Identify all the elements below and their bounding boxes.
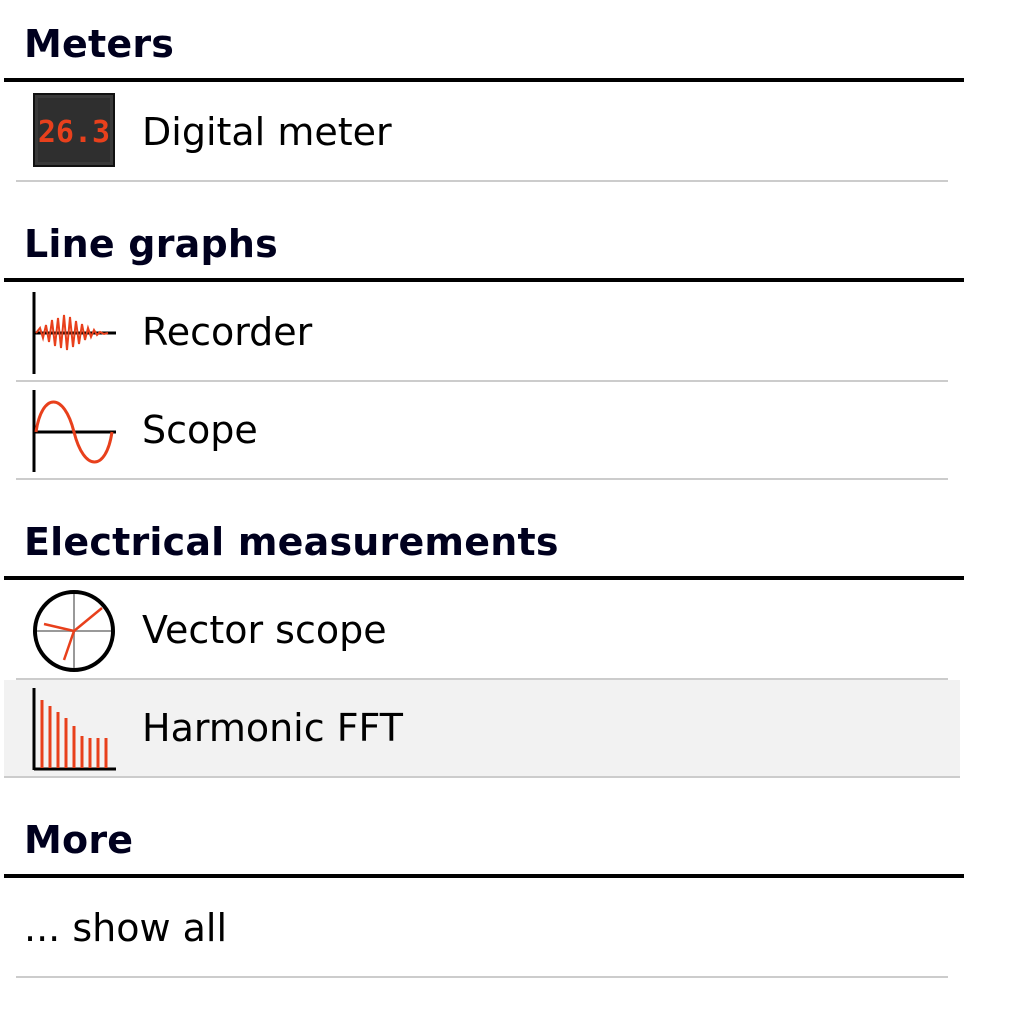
section-header-electrical-measurements: Electrical measurements [4, 516, 964, 580]
item-label: Harmonic FFT [142, 706, 403, 750]
section-title: Electrical measurements [24, 520, 559, 564]
section-title: More [24, 818, 134, 862]
item-digital-meter[interactable]: 26.3 Digital meter [16, 84, 948, 182]
item-recorder[interactable]: Recorder [16, 284, 948, 382]
item-harmonic-fft[interactable]: Harmonic FFT [4, 680, 960, 778]
item-label: Scope [142, 408, 258, 452]
item-scope[interactable]: Scope [16, 382, 948, 480]
harmonic-fft-bars-icon [30, 686, 118, 772]
digital-meter-icon: 26.3 [30, 90, 118, 176]
item-label: Recorder [142, 310, 313, 354]
instrument-list-panel: Meters 26.3 Digital meter Line graphs Re… [0, 0, 1024, 1024]
section-title: Meters [24, 22, 175, 66]
digital-meter-readout: 26.3 [38, 115, 110, 150]
item-label: ... show all [24, 906, 228, 950]
scope-sine-wave-icon [30, 388, 118, 474]
section-header-line-graphs: Line graphs [4, 218, 964, 282]
vector-scope-icon [30, 588, 118, 674]
section-header-more: More [4, 814, 964, 878]
item-label: Digital meter [142, 110, 392, 154]
section-header-meters: Meters [4, 18, 964, 82]
item-vector-scope[interactable]: Vector scope [16, 582, 948, 680]
section-title: Line graphs [24, 222, 278, 266]
show-all-link[interactable]: ... show all [16, 880, 948, 978]
item-label: Vector scope [142, 608, 387, 652]
recorder-waveform-icon [30, 290, 118, 376]
